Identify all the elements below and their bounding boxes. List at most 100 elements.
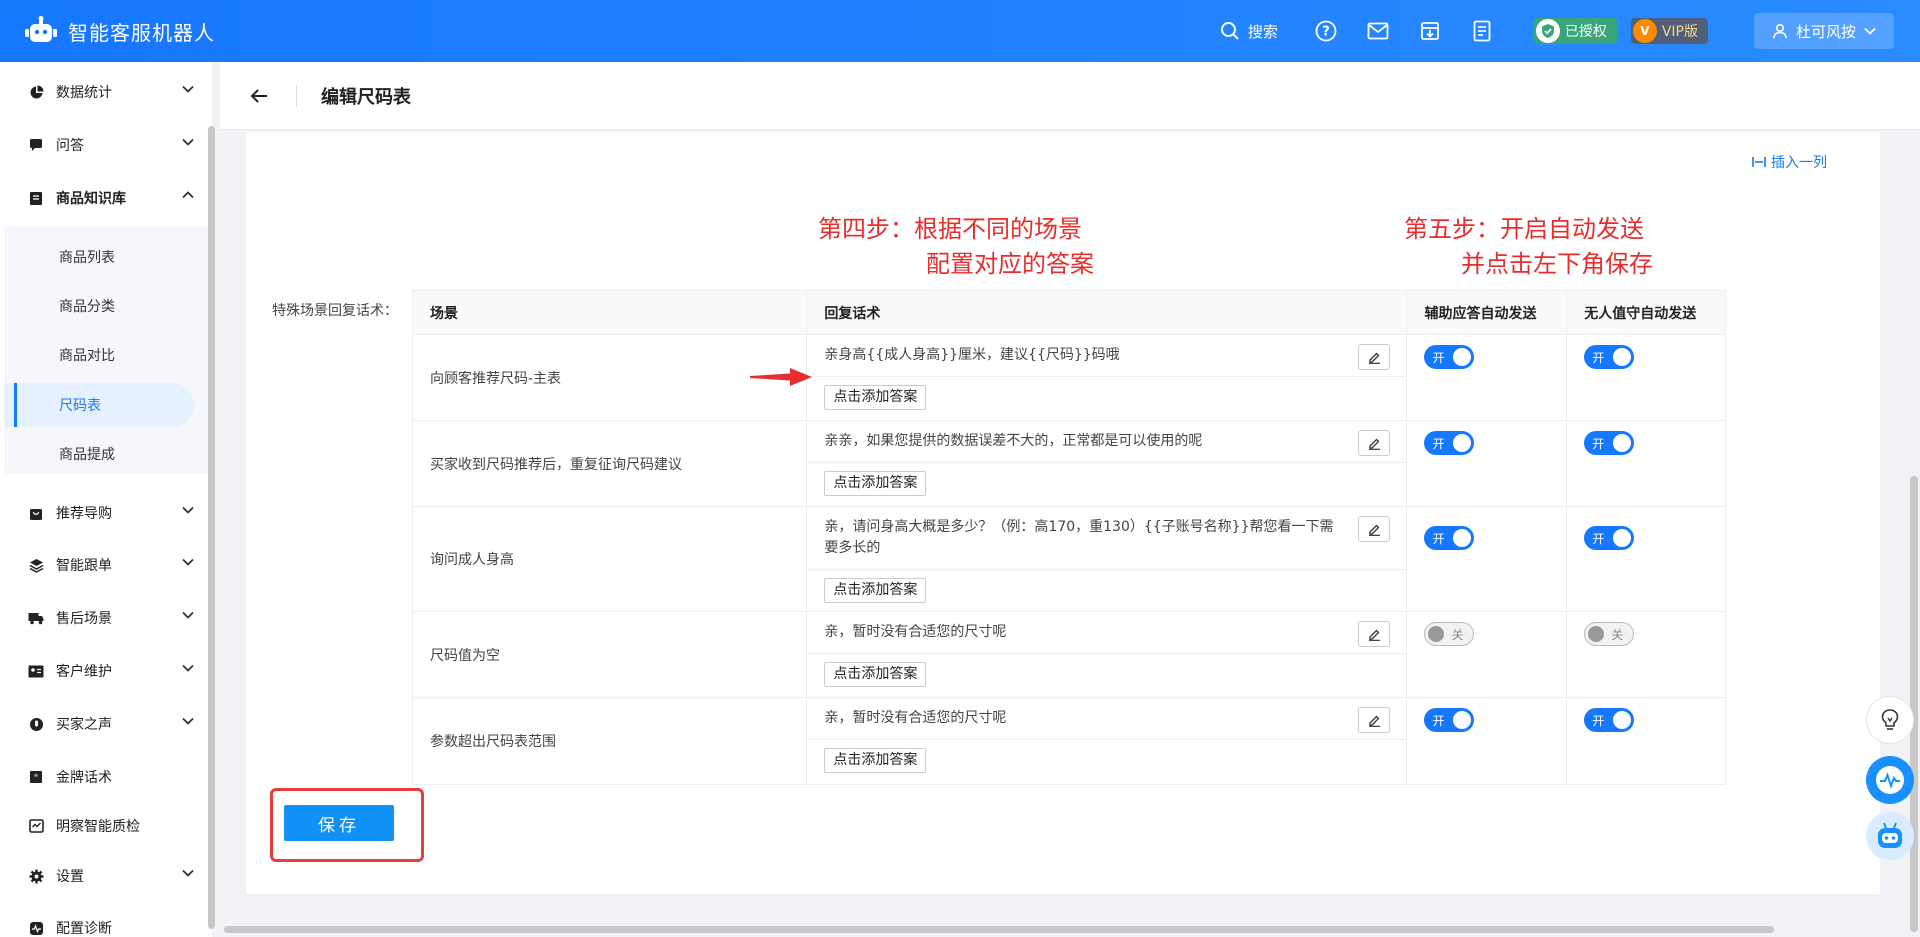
chevron-down-icon [182,138,194,146]
switch-knob [1613,348,1632,366]
switch-knob [1428,626,1445,642]
heartbeat-icon[interactable] [1866,756,1914,804]
annotation-step4-line2: 配置对应的答案 [926,250,1094,278]
add-answer-button[interactable]: 点击添加答案 [824,471,927,496]
sidebar-item-quality-check[interactable]: 明察智能质检 [0,806,208,846]
add-answer-button[interactable]: 点击添加答案 [824,578,927,603]
sidebar-item-label: 售后场景 [56,611,112,627]
assist-auto-switch[interactable]: 关 [1424,622,1475,646]
reply-cell: 亲，暂时没有合适您的尺寸呢 点击添加答案 [807,698,1408,784]
assist-auto-switch[interactable]: 开 [1424,345,1475,369]
authorized-badge[interactable]: 已授权 [1533,18,1617,44]
header-unattended-auto: 无人值守自动发送 [1584,305,1697,322]
sidebar-item-qa[interactable]: 问答 [0,125,208,165]
authorized-label: 已授权 [1564,24,1607,40]
gear-icon [28,868,44,884]
horizontal-scrollbar[interactable] [224,926,1774,933]
assistant-robot-icon[interactable] [1866,812,1914,860]
truck-icon [28,610,44,626]
sidebar-sub-product-list[interactable]: 商品列表 [4,235,194,279]
switch-knob [1453,529,1472,547]
assist-auto-switch[interactable]: 开 [1424,526,1475,550]
sidebar-sub-product-category[interactable]: 商品分类 [4,284,194,328]
table-row: 参数超出尺码表范围 亲，暂时没有合适您的尺寸呢 点击添加答案 开 开 [413,698,1725,784]
add-answer-button[interactable]: 点击添加答案 [824,662,927,687]
switch-label: 开 [1432,531,1445,546]
unattended-auto-switch[interactable]: 开 [1584,526,1635,550]
unattended-auto-switch-cell: 开 [1567,421,1725,506]
insert-column-link[interactable]: 插入一列 [1752,152,1827,172]
sidebar-sub-size-chart[interactable]: 尺码表 [4,383,194,427]
pencil-icon [1368,438,1380,450]
chevron-down-icon [182,85,194,93]
switch-knob [1613,529,1632,547]
sidebar-item-label: 数据统计 [56,85,112,101]
help-icon[interactable]: ? [1314,19,1338,43]
user-icon [1773,23,1787,39]
reply-text: 亲亲，如果您提供的数据误差不大的，正常都是可以使用的呢 [824,433,1203,449]
unattended-auto-switch[interactable]: 开 [1584,345,1635,369]
edit-button[interactable] [1358,344,1391,370]
vertical-scrollbar[interactable] [1910,476,1918,932]
pencil-icon [1368,715,1380,727]
edit-button[interactable] [1358,621,1391,647]
sidebar-scrollbar[interactable] [208,126,215,929]
switch-label: 开 [1432,436,1445,451]
add-answer-button[interactable]: 点击添加答案 [824,748,927,773]
lightbulb-icon[interactable] [1866,696,1914,744]
search-button[interactable]: 搜索 [1220,21,1278,42]
edit-button[interactable] [1358,516,1391,542]
edit-button[interactable] [1358,707,1391,733]
assist-auto-switch[interactable]: 开 [1424,431,1475,455]
sidebar-item-gold-scripts[interactable]: " 金牌话术 [0,757,208,797]
sidebar-sub-label: 商品对比 [59,348,115,364]
switch-label: 开 [1592,350,1605,365]
sidebar-item-follow-up[interactable]: 智能跟单 [0,545,208,585]
switch-label: 开 [1592,713,1605,728]
switch-knob [1453,434,1472,452]
sidebar-item-label: 推荐导购 [56,506,112,522]
sidebar-sub-product-compare[interactable]: 商品对比 [4,333,194,377]
unattended-auto-switch[interactable]: 开 [1584,708,1635,732]
sidebar-item-label: 问答 [56,138,84,154]
sidebar-item-buyer-voice[interactable]: 买家之声 [0,704,208,744]
unattended-auto-switch[interactable]: 开 [1584,431,1635,455]
annotation-arrow [750,368,812,386]
quote-icon: " [28,769,44,785]
header-divider [296,84,297,107]
back-button[interactable] [244,81,274,111]
download-box-icon[interactable] [1418,19,1442,43]
user-menu[interactable]: 杜可风按 [1754,13,1894,49]
assist-auto-switch-cell: 开 [1407,507,1568,611]
unattended-auto-switch[interactable]: 关 [1584,622,1635,646]
switch-knob [1613,711,1632,729]
chevron-up-icon [182,191,194,199]
assist-auto-switch[interactable]: 开 [1424,708,1475,732]
sidebar-sub-label: 商品提成 [59,447,115,463]
sidebar-item-diagnosis[interactable]: 配置诊断 [0,908,208,937]
add-answer-button[interactable]: 点击添加答案 [824,385,927,410]
app-logo[interactable]: 智能客服机器人 [24,16,215,46]
sidebar-item-label: 智能跟单 [56,558,112,574]
annotation-step5-line1: 第五步：开启自动发送 [1404,215,1644,243]
chevron-down-icon [182,717,194,725]
scene-cell: 向顾客推荐尺码-主表 [413,335,808,420]
sidebar-item-label: 明察智能质检 [56,819,140,835]
sidebar-item-customer-care[interactable]: 客户维护 [0,651,208,691]
sidebar-item-data-stats[interactable]: 数据统计 [0,72,208,112]
assist-auto-switch-cell: 关 [1407,612,1568,697]
document-icon[interactable] [1470,19,1494,43]
vip-badge[interactable]: V VIP版 [1630,18,1708,44]
sidebar-item-product-kb[interactable]: 商品知识库 [0,178,208,218]
mail-icon[interactable] [1366,19,1390,43]
sidebar-item-after-sales[interactable]: 售后场景 [0,598,208,638]
reply-text: 亲身高{{成人身高}}厘米，建议{{尺码}}码哦 [824,347,1120,363]
save-button[interactable]: 保存 [284,805,394,841]
sidebar-item-recommend[interactable]: 推荐导购 [0,493,208,533]
sidebar-item-settings[interactable]: 设置 [0,856,208,896]
edit-button[interactable] [1358,430,1391,456]
pencil-icon [1368,352,1380,364]
sidebar-sub-product-commission[interactable]: 商品提成 [4,432,194,476]
user-name: 杜可风按 [1795,22,1856,41]
arrow-left-icon [250,88,267,103]
